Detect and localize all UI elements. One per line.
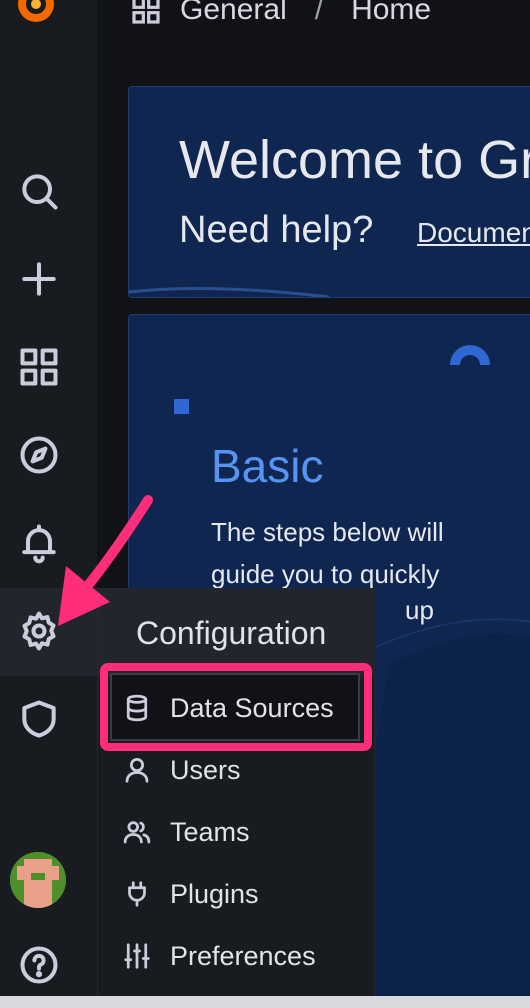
- data-sources-highlight-box: [100, 663, 372, 751]
- plus-icon: [22, 262, 56, 296]
- menu-item-label: Plugins: [170, 878, 259, 909]
- users-icon: [123, 821, 151, 844]
- basic-description: The steps below will guide you to quickl…: [211, 511, 511, 595]
- browser-status-bar: [0, 996, 530, 1008]
- menu-item-label: Teams: [170, 816, 250, 847]
- bell-icon: [22, 524, 56, 564]
- grid-icon: [20, 348, 58, 386]
- menu-item-label: Users: [170, 754, 241, 785]
- gear-icon: [22, 611, 56, 651]
- sidebar-item-explore[interactable]: [8, 424, 70, 486]
- banner-curve-decoration: [129, 286, 330, 297]
- decorative-square: [174, 399, 189, 414]
- sidebar-item-create[interactable]: [8, 248, 70, 310]
- plug-icon: [128, 881, 146, 907]
- sidebar-item-help[interactable]: [8, 934, 70, 996]
- avatar[interactable]: [10, 852, 66, 908]
- sliders-icon: [124, 943, 150, 969]
- compass-icon: [20, 436, 58, 474]
- menu-item-label: Preferences: [170, 940, 316, 971]
- dashboard-grid-icon: [132, 0, 160, 24]
- menu-item-teams[interactable]: Teams: [122, 807, 250, 857]
- breadcrumb: General / Home: [130, 0, 431, 30]
- user-icon: [125, 758, 149, 783]
- basic-description-tail: up: [405, 595, 434, 625]
- grafana-screen: General / Home Welcome to Gr Need help? …: [0, 0, 530, 1008]
- search-icon: [22, 174, 58, 210]
- help-icon: [20, 946, 58, 984]
- basic-description-text: The steps below will guide you to quickl…: [211, 517, 444, 589]
- shield-icon: [22, 700, 56, 738]
- welcome-banner: Welcome to Gr Need help? Documen: [128, 86, 530, 298]
- breadcrumb-separator: /: [314, 0, 324, 26]
- basic-title: Basic: [211, 440, 324, 492]
- sidebar-item-server-admin[interactable]: [8, 688, 70, 750]
- grafana-logo[interactable]: [12, 0, 60, 34]
- menu-item-plugins[interactable]: Plugins: [122, 869, 259, 919]
- menu-item-users[interactable]: Users: [122, 745, 241, 795]
- breadcrumb-page[interactable]: Home: [351, 0, 431, 27]
- sidebar-item-configuration[interactable]: [8, 600, 70, 662]
- sidebar-item-alerting[interactable]: [8, 512, 70, 574]
- sidebar-item-dashboards[interactable]: [8, 336, 70, 398]
- breadcrumb-folder[interactable]: General: [180, 0, 287, 27]
- menu-item-preferences[interactable]: Preferences: [122, 931, 316, 981]
- sidebar: [0, 0, 97, 1008]
- sidebar-item-search[interactable]: [8, 160, 70, 222]
